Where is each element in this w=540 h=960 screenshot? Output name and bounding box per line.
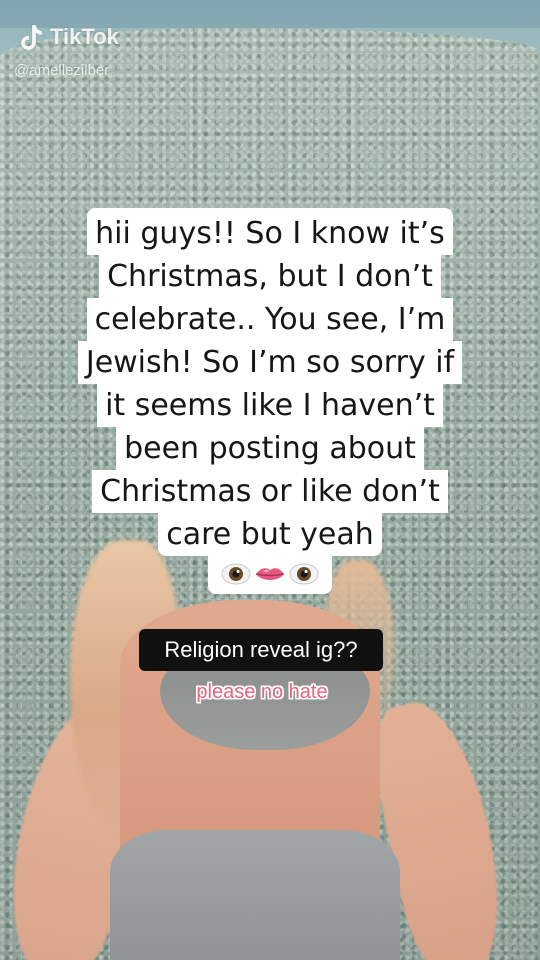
text-caption: hii guys!! So I know it’s Christmas, but… (56, 208, 484, 594)
tiktok-wordmark: TikTok (50, 24, 119, 49)
caption-line: Christmas, but I don’t (99, 255, 441, 298)
plea-label: please no hate (162, 677, 362, 707)
caption-line: Jewish! So I’m so sorry if (77, 341, 463, 384)
plea-text: please no hate (196, 680, 328, 703)
tiktok-watermark: TikTok (18, 22, 119, 52)
tiktok-logo-icon (18, 22, 44, 52)
caption-line: care but yeah (158, 513, 382, 556)
question-text: Religion reveal ig?? (164, 637, 358, 662)
eye-emoji-icon (220, 560, 252, 588)
question-label: Religion reveal ig?? (139, 629, 383, 671)
caption-line: been posting about (116, 427, 424, 470)
lips-emoji-icon (254, 560, 286, 588)
caption-line: hii guys!! So I know it’s (87, 208, 453, 255)
eye-emoji-icon (288, 560, 320, 588)
caption-line: Christmas or like don’t (92, 470, 448, 513)
creator-handle[interactable]: @amellezilber (14, 62, 109, 79)
leggings (110, 830, 400, 960)
caption-line: it seems like I haven’t (97, 384, 443, 427)
emoji-row (208, 556, 332, 594)
caption-line: celebrate.. You see, I’m (86, 298, 454, 341)
video-frame[interactable]: TikTok @amellezilber hii guys!! So I kno… (0, 0, 540, 960)
